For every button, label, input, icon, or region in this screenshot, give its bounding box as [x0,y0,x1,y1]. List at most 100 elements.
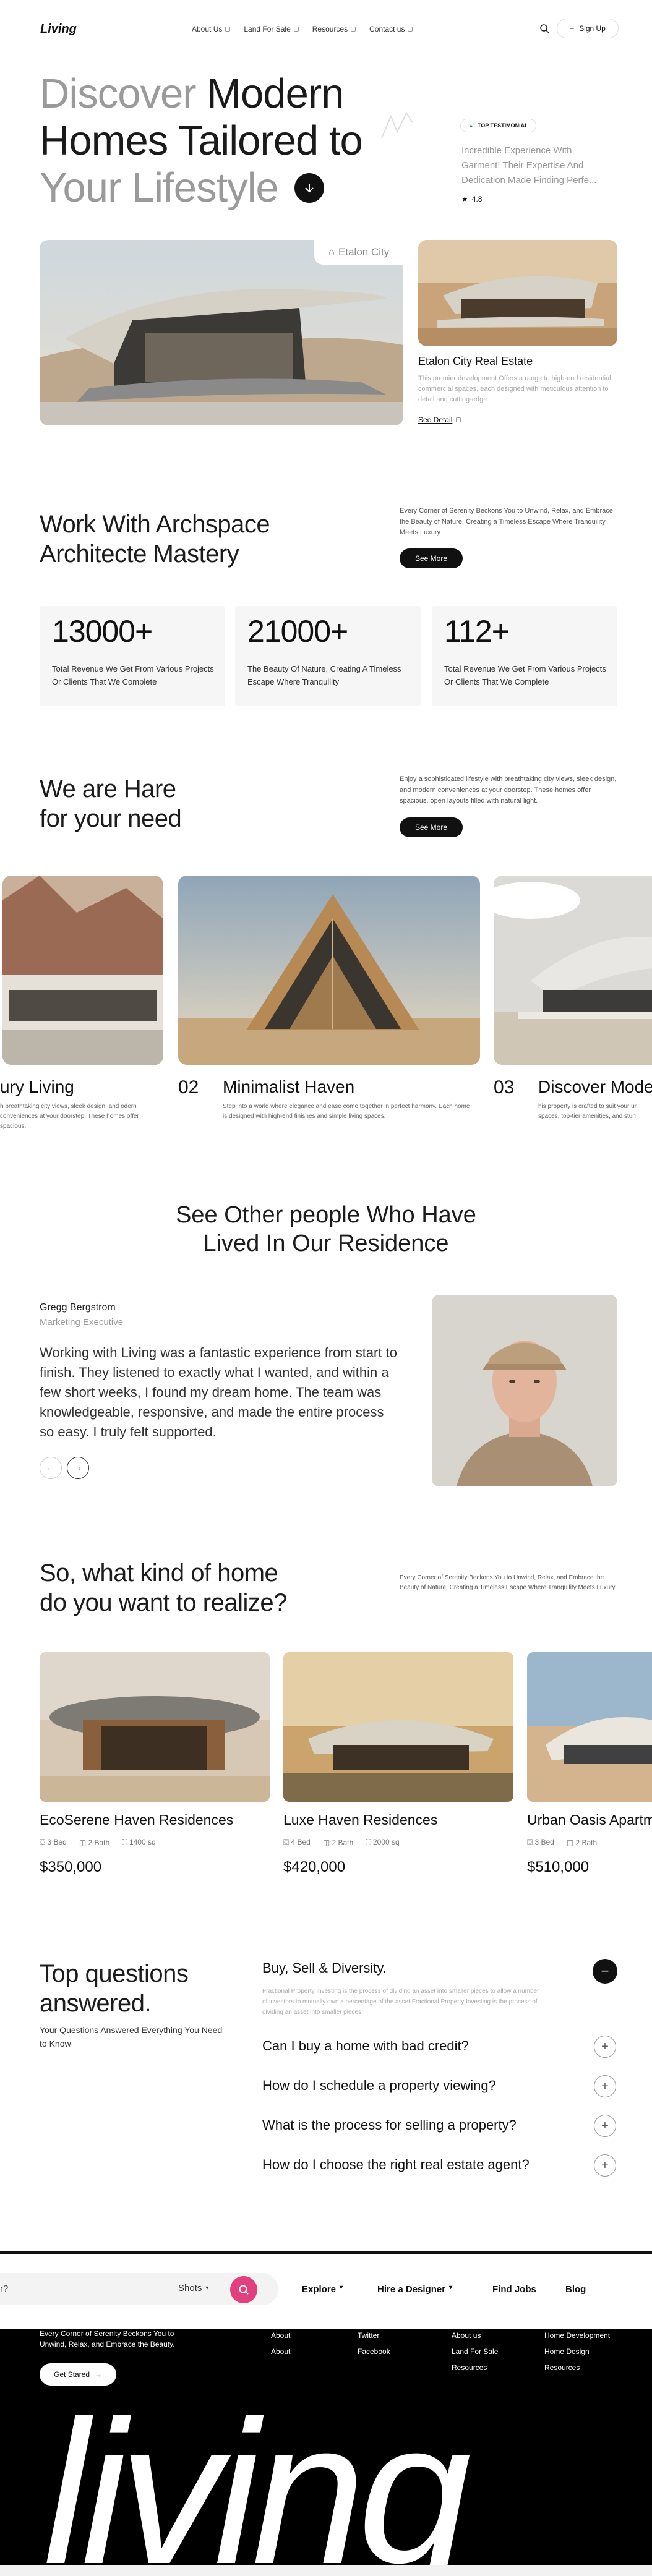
faq-subtitle: Your Questions Answered Everything You N… [40,2025,223,2049]
faq-collapse-button[interactable]: − [593,1959,617,1984]
property-image [40,1652,270,1802]
side-property-image[interactable] [418,240,617,346]
bath-icon: ◫ 2 Bath [566,1838,598,1847]
bath-icon: ◫ 2 Bath [79,1838,110,1847]
arrow-down-icon [305,184,314,193]
stat-card: 112+ Total Revenue We Get From Various P… [432,606,617,706]
property-image [283,1652,513,1802]
search-button[interactable] [230,2276,257,2303]
card-image[interactable] [178,876,480,1065]
find-jobs-link[interactable]: Find Jobs [492,2284,536,2295]
chevron-icon [351,27,356,32]
property-card[interactable] [40,1652,270,1802]
card-image[interactable] [494,876,652,1065]
faq-question[interactable]: What is the process for selling a proper… [262,2117,517,2133]
blog-link[interactable]: Blog [565,2284,586,2295]
chevron-icon [225,27,231,32]
hero-main-image[interactable] [40,240,403,425]
card-desc: h breathtaking city views, sleek design,… [0,1103,139,1130]
hire-designer-menu[interactable]: Hire a Designer ▾ [377,2284,452,2295]
nav-about[interactable]: About Us [192,25,231,33]
testimonial-heading: See Other people Who Have Lived In Our R… [176,1202,476,1256]
nav-resources[interactable]: Resources [312,25,356,33]
thumbs-up-icon: ▲ [468,122,474,129]
property-title: Luxe Haven Residences [283,1812,438,1828]
signup-button[interactable]: + Sign Up [557,19,619,38]
property-meta: ⛋ 4 Bed ◫ 2 Bath ⛶ 2000 sq [283,1838,400,1847]
footer-link[interactable]: About us [452,2331,498,2340]
bed-icon: ⛋ 3 Bed [40,1838,67,1846]
explore-menu[interactable]: Explore ▾ [302,2284,343,2295]
plus-icon: + [601,2158,609,2172]
search-icon[interactable] [539,23,549,33]
shots-dropdown[interactable]: Shots ▾ [178,2283,208,2293]
chevron-down-icon: ▾ [205,2285,209,2292]
card-title: Minimalist Haven [223,1077,355,1096]
plus-icon: + [601,2039,609,2054]
area-icon: ⛶ 1400 sq [122,1838,156,1846]
faq-expand-button[interactable]: + [594,2115,616,2137]
prev-button[interactable]: ← [40,1457,62,1479]
faq-open-answer: Fractional Property Investing is the pro… [262,1988,539,2016]
footer-link[interactable]: Resources [544,2363,610,2372]
property-card[interactable] [283,1652,513,1802]
top-testimonial-badge: ▲ TOP TESTIMONIAL [460,119,536,132]
stat-card: 21000+ The Beauty Of Nature, Creating A … [235,606,421,706]
next-button[interactable]: → [67,1457,89,1479]
faq-expand-button[interactable]: + [594,2036,616,2058]
footer-link[interactable]: Resources [452,2363,498,2372]
footer-col: Home Development Home Design Resources [544,2331,610,2372]
property-title: Urban Oasis Apartm [527,1812,652,1828]
arrow-right-icon: → [95,2370,103,2379]
plus-icon: + [601,2118,609,2133]
faq-open-question[interactable]: Buy, Sell & Diversity. [262,1960,387,1976]
need-section: We are Hare for your need Enjoy a sophis… [0,767,652,1138]
faq-question[interactable]: How do I choose the right real estate ag… [262,2157,530,2173]
need-see-more-button[interactable]: See More [400,817,463,837]
chevron-down-icon: ▾ [340,2284,343,2291]
faq-question[interactable]: Can I buy a home with bad credit? [262,2038,469,2054]
footer-link[interactable]: Land For Sale [452,2347,498,2356]
stat-card: 13000+ Total Revenue We Get From Various… [40,606,225,706]
faq-question[interactable]: How do I schedule a property viewing? [262,2078,496,2094]
see-detail-link[interactable]: See Detail [418,416,461,424]
footer-link[interactable]: Home Design [544,2347,610,2356]
faq-expand-button[interactable]: + [594,2075,616,2097]
property-card[interactable] [527,1652,652,1802]
card-desc: his property is crafted to suit your ur … [538,1103,637,1120]
footer-link[interactable]: Home Development [544,2331,610,2340]
side-property-desc: This premier development Offers a range … [418,375,611,403]
faq-section: Top questions answered. Your Questions A… [0,1942,652,2201]
footer-link[interactable]: Twitter [358,2331,390,2340]
need-title: We are Hare for your need [40,775,182,832]
card-desc: Step into a world where elegance and eas… [223,1103,470,1120]
arrow-left-icon: ← [46,1462,56,1473]
card-image[interactable] [2,876,163,1065]
footer-col: About About [271,2331,290,2356]
card-number: 02 [178,1077,199,1098]
section-divider [0,2251,652,2254]
nav-land[interactable]: Land For Sale [244,25,299,33]
plus-icon: + [601,2079,609,2093]
brand-logo[interactable]: Living [40,22,77,36]
property-image [527,1652,652,1802]
footer-link[interactable]: About [271,2331,290,2340]
arrow-icon [456,417,461,422]
mastery-section: Work With Archspace Architecte Mastery E… [0,495,652,730]
footer-link[interactable]: About [271,2347,290,2356]
faq-title: Top questions answered. [40,1960,189,2017]
nav-contact[interactable]: Contact us [369,25,413,33]
search-input[interactable]: r? Shots ▾ [0,2273,278,2305]
homes-desc: Every Corner of Serenity Beckons You to … [400,1574,616,1591]
faq-expand-button[interactable]: + [594,2154,616,2177]
hero-testimonial-text: Incredible Experience With Garment! Thei… [461,145,597,186]
home-icon: ⌂ [328,246,335,258]
property-title: EcoSerene Haven Residences [40,1812,234,1828]
property-price: $350,000 [40,1859,102,1875]
area-icon: ⛶ 2000 sq [366,1838,400,1846]
need-desc: Enjoy a sophisticated lifestyle with bre… [400,775,617,805]
mastery-see-more-button[interactable]: See More [400,548,463,568]
footer-link[interactable]: Facebook [358,2347,390,2356]
chevron-icon [293,27,299,32]
arrow-down-button[interactable] [294,173,324,203]
